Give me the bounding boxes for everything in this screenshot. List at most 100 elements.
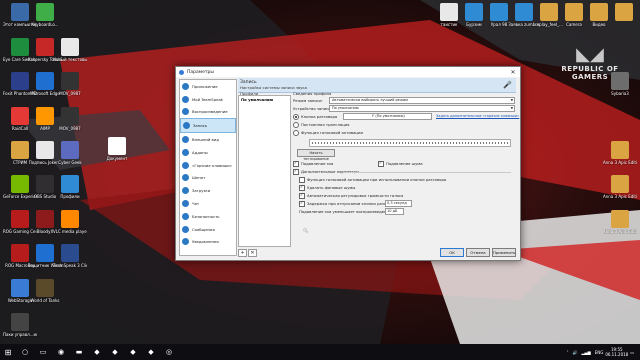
nav-item-icon [182, 148, 189, 156]
ptt-hotkey-field[interactable]: F (По умолчанию) [343, 113, 432, 120]
adv-option-2[interactable]: Удалять фоновые шумы [299, 184, 355, 191]
noise-checkbox[interactable] [378, 160, 384, 167]
desktop-icon[interactable]: Cyber Geek [53, 141, 87, 165]
vad-option[interactable]: Функция голосовой активации [293, 130, 363, 136]
nav-item-icon [182, 95, 189, 103]
capture-mode-select[interactable]: Автоматически выбирать лучший режим ▼ [329, 97, 515, 104]
wot-icon[interactable]: ◆ [90, 345, 104, 359]
advanced-checkbox[interactable] [293, 168, 299, 175]
adv-checkbox-1[interactable] [299, 177, 305, 183]
nav-item[interactable]: Запись [180, 118, 236, 134]
nav-item[interactable]: Внешний вид [180, 133, 236, 146]
folder-icon[interactable]: ▬ [72, 345, 86, 359]
vad-radio[interactable] [293, 130, 299, 136]
apply-button[interactable]: Применить [492, 248, 516, 257]
nav-item[interactable]: Воспроизведение [180, 106, 236, 119]
echo-option[interactable]: Подавление эха [293, 160, 333, 167]
nav-item-icon [182, 225, 189, 233]
desktop-icon[interactable]: Паки управл...ия [3, 313, 37, 337]
nav-item[interactable]: Уведомления [180, 236, 236, 249]
test-button[interactable]: Начать тестирование [297, 149, 335, 161]
adv-checkbox-4[interactable] [299, 200, 305, 207]
extra-hotkeys-link[interactable]: Задать дополнительные «горячие клавиши» [436, 114, 519, 118]
desktop-icon[interactable]: Документ [100, 137, 134, 161]
windows-icon[interactable]: ⊞ [0, 344, 16, 360]
ptt-label: Кнопка разговора [301, 114, 338, 119]
desktop-icon[interactable]: Sybaria3 [603, 72, 637, 96]
nav-item[interactable]: Шепот [180, 172, 236, 185]
noise-option[interactable]: Подавление шума [378, 160, 423, 167]
desktop-icon[interactable]: MOV_0987 [53, 72, 87, 96]
desktop-icon[interactable] [607, 3, 640, 22]
adv-option-3[interactable]: Автоматическая регулировка громкости гол… [299, 192, 404, 199]
adv-option-4[interactable]: Задержка при отпускании кнопки разговора… [299, 200, 399, 207]
desktop-icon-label: TeamSpeak 3 Client [53, 263, 87, 268]
ptt-option[interactable]: Кнопка разговора [293, 114, 337, 120]
remove-profile-button[interactable]: ✕ [248, 249, 257, 257]
desktop-icon[interactable]: MOV_0987 [53, 107, 87, 131]
nav-item[interactable]: Чат [180, 197, 236, 210]
search-icon[interactable]: ○ [18, 345, 32, 359]
desktop-icon[interactable]: Anna 3 Apic Edition... [603, 210, 637, 234]
chevron-up-icon[interactable]: ˄ [566, 350, 568, 355]
nav-item[interactable]: Приложение [180, 80, 236, 93]
nav-item[interactable]: Мой TeamSpeak [180, 93, 236, 106]
nav-item[interactable]: Загрузки [180, 184, 236, 197]
device-select[interactable]: По умолчанию ▼ [329, 105, 515, 112]
continuous-radio[interactable] [293, 122, 299, 128]
ptt-radio[interactable] [293, 114, 299, 120]
network-icon[interactable]: ▂▄▆ [581, 350, 590, 355]
adv-label-1: Функция голосовой активации при использо… [307, 177, 447, 182]
adv-checkbox-2[interactable] [299, 184, 305, 191]
add-profile-button[interactable]: + [238, 249, 247, 257]
dialog-titlebar[interactable]: Параметры ✕ [176, 67, 520, 77]
profile-item[interactable]: По умолчанию [239, 96, 290, 103]
device-value: По умолчанию [332, 106, 359, 110]
ok-button[interactable]: OK [440, 248, 464, 257]
desktop-icon[interactable]: VLC media player [53, 210, 87, 234]
cancel-button[interactable]: Отмена [466, 248, 490, 257]
shield-icon [36, 244, 54, 262]
folder-icon [540, 3, 558, 21]
desktop-icon[interactable]: TeamSpeak 3 Client [53, 244, 87, 268]
wave-icon [465, 3, 483, 21]
section-subtitle: Настройка системы записи звука [240, 85, 307, 90]
volume-icon[interactable]: 🔊 [572, 350, 577, 355]
clock[interactable]: 19:55 06.11.2018 [605, 347, 628, 357]
wot-icon[interactable]: ◆ [144, 345, 158, 359]
capture-mode-value: Автоматически выбирать лучший режим [332, 98, 408, 102]
desktop-icon[interactable]: Anna 3 Apic Edition [603, 141, 637, 165]
vlc-icon [61, 210, 79, 228]
desktop-icon[interactable]: World of Tanks [28, 279, 62, 303]
desktop-icon[interactable]: Профили [53, 175, 87, 199]
wot-icon[interactable]: ◆ [126, 345, 140, 359]
folder-icon [615, 3, 633, 21]
desktop-icon[interactable]: Новый текстовый... [53, 38, 87, 62]
nav-item[interactable]: Аддоны [180, 146, 236, 159]
echo-checkbox[interactable] [293, 160, 299, 167]
adv-label-3: Автоматическая регулировка громкости гол… [307, 193, 404, 198]
release-delay-field[interactable]: 0,3 секунд [385, 200, 412, 207]
vad-threshold-slider[interactable] [309, 139, 511, 147]
wot-icon[interactable]: ◆ [108, 345, 122, 359]
browser-icon[interactable]: ◉ [54, 345, 68, 359]
desktop-icon[interactable]: KeyboardLo... [28, 3, 62, 27]
nav-item[interactable]: «Горячие клавиши» [180, 159, 236, 172]
nav-item[interactable]: Безопасность [180, 210, 236, 223]
close-icon[interactable]: ✕ [506, 69, 520, 76]
document-icon [61, 38, 79, 56]
task-view-icon[interactable]: ▭ [36, 345, 50, 359]
nav-item-label: Безопасность [192, 213, 220, 219]
keyboard-icon [36, 3, 54, 21]
desktop-icon-label: VLC media player [53, 229, 87, 234]
teamspeak-icon[interactable]: ◎ [162, 345, 176, 359]
adv-option-1[interactable]: Функция голосовой активации при использо… [299, 177, 446, 183]
desktop-icon[interactable]: Anna 3 Apic Edition... [603, 175, 637, 199]
adv-checkbox-3[interactable] [299, 192, 305, 199]
nav-item[interactable]: Сообщения [180, 223, 236, 236]
continuous-option[interactable]: Постоянная трансляция [293, 122, 349, 128]
notifications-icon[interactable]: ▭ [630, 350, 634, 355]
language-indicator[interactable]: ENG [595, 350, 604, 355]
echo-reduce-field[interactable]: 10 дБ [385, 208, 404, 215]
nav-item-label: Сообщения [192, 226, 215, 232]
